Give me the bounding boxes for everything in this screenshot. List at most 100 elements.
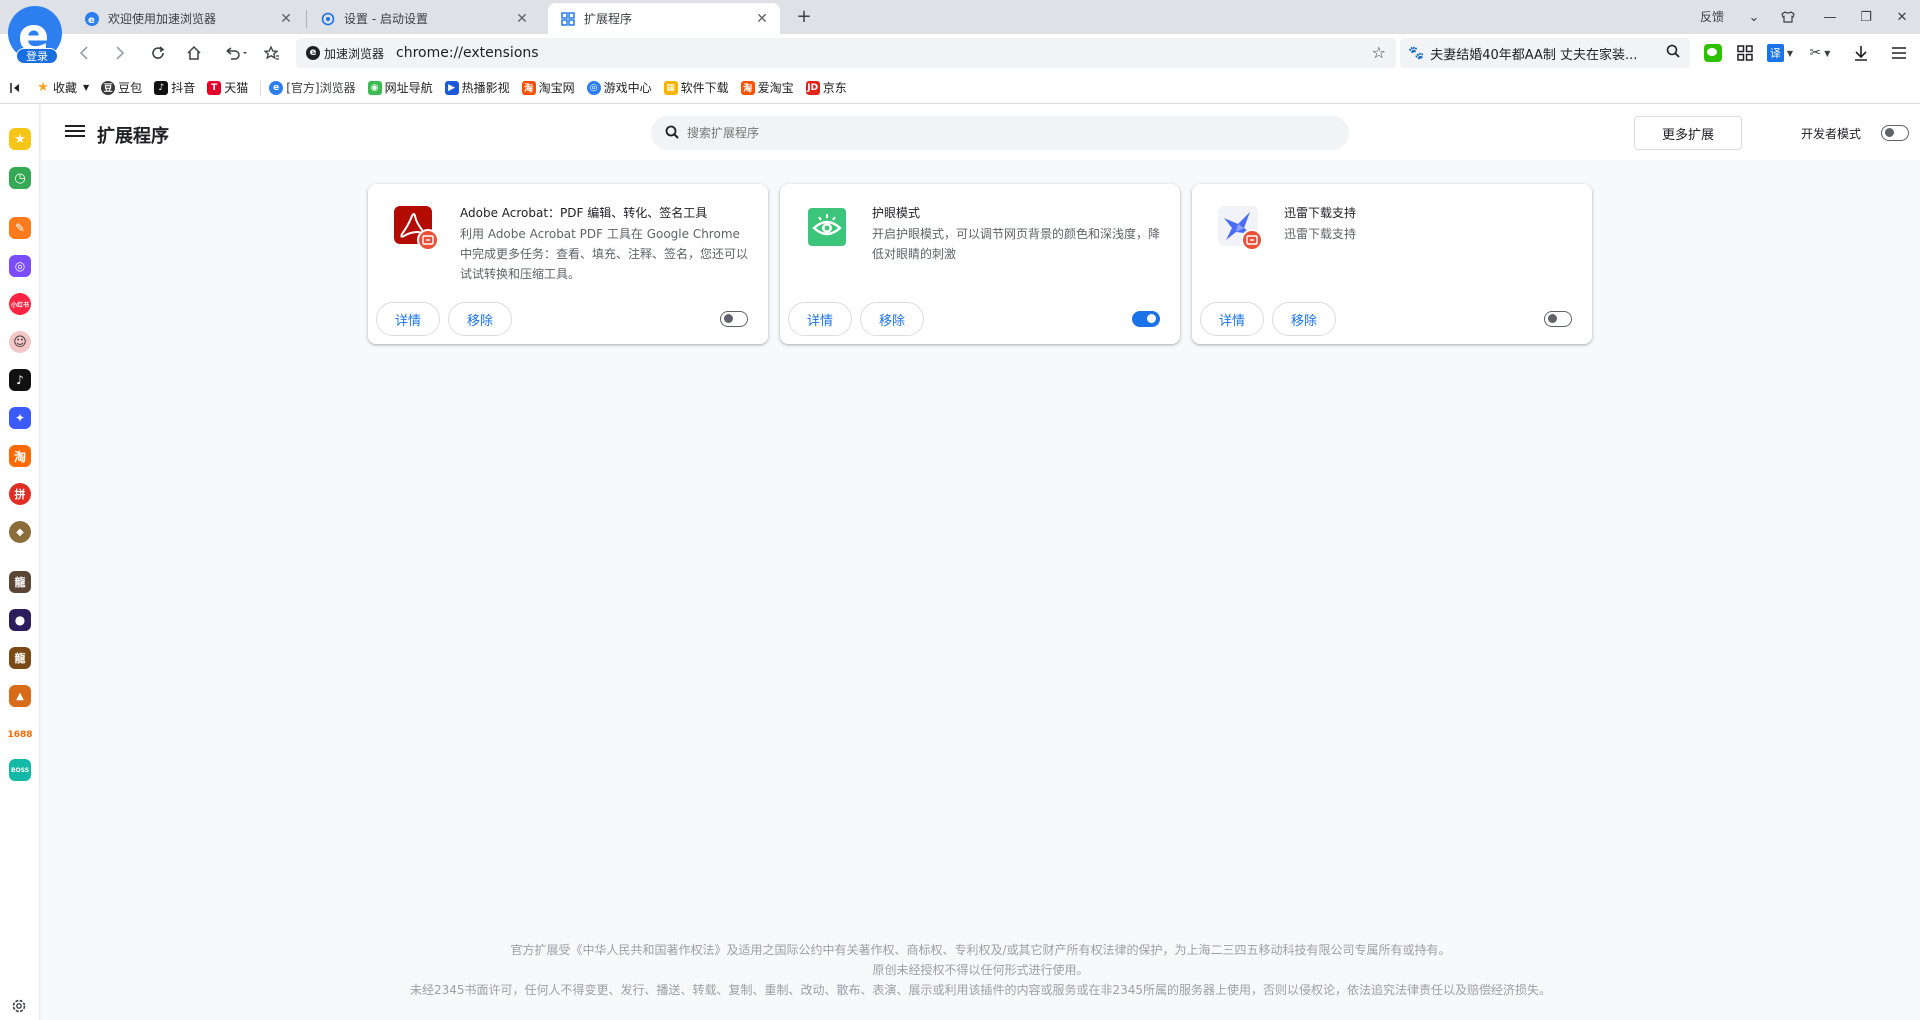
boss-zhipin-icon[interactable]: BOSS <box>9 759 31 781</box>
bookmark-douyin[interactable]: ♪ 抖音 <box>154 79 195 96</box>
close-icon[interactable]: ✕ <box>754 11 770 27</box>
details-button[interactable]: 详情 <box>1200 302 1265 336</box>
game-character-icon[interactable]: ◆ <box>9 521 31 543</box>
bookmark-nav[interactable]: ◉ 网址导航 <box>367 79 433 96</box>
extension-card-eye-care: 护眼模式 开启护眼模式，可以调节网页背景的颜色和深浅度，降低对眼睛的刺激 详情 … <box>780 184 1180 344</box>
toggle-switch[interactable] <box>720 311 748 327</box>
avatar-girl-icon[interactable]: ☺ <box>9 331 31 353</box>
forward-icon[interactable] <box>108 41 132 65</box>
game-tiger-icon[interactable]: ▲ <box>9 685 31 707</box>
reload-icon[interactable] <box>146 41 170 65</box>
bookmark-label: 游戏中心 <box>603 81 652 95</box>
sidebar-toggle-icon[interactable] <box>10 82 22 94</box>
settings-icon <box>320 11 336 27</box>
search-icon[interactable] <box>1666 44 1680 62</box>
extension-search[interactable] <box>651 116 1349 150</box>
close-icon[interactable]: ✕ <box>514 11 530 27</box>
toggle-switch[interactable] <box>1132 311 1160 327</box>
developer-mode-toggle[interactable] <box>1881 125 1909 141</box>
tab-label: 欢迎使用加速浏览器 <box>108 12 217 26</box>
game-dragon-2-icon[interactable]: 龍 <box>9 647 31 669</box>
browser-logo[interactable]: e 登录 <box>8 6 66 64</box>
toggle-switch[interactable] <box>1881 125 1909 141</box>
download-icon[interactable] <box>1850 42 1872 64</box>
more-extensions-button[interactable]: 更多扩展 <box>1634 116 1742 150</box>
xiaohongshu-icon[interactable]: 小红书 <box>9 293 31 315</box>
star-icon: ★ <box>37 80 49 95</box>
aitaobao-icon: 淘 <box>740 80 755 95</box>
extension-name: 护眼模式 <box>872 206 921 220</box>
remove-button[interactable]: 移除 <box>860 302 925 336</box>
game-orb-icon[interactable]: ● <box>9 609 31 631</box>
game-dragon-icon[interactable]: 龍 <box>9 571 31 593</box>
footer-line: 未经2345书面许可，任何人不得变更、发行、播送、转载、复制、重制、改动、散布、… <box>409 983 1552 997</box>
apps-grid-icon[interactable] <box>1734 42 1756 64</box>
toolbar: e 加速浏览器 chrome://extensions ☆ 🐾 夫妻结婚40年都… <box>0 34 1920 72</box>
tab-welcome[interactable]: e 欢迎使用加速浏览器 ✕ <box>72 3 304 34</box>
search-text: 夫妻结婚40年都AA制 丈夫在家装... <box>1430 47 1638 63</box>
bookmark-software[interactable]: ▦ 软件下载 <box>663 79 729 96</box>
remove-button[interactable]: 移除 <box>1272 302 1337 336</box>
shirt-skin-icon[interactable] <box>1770 0 1806 34</box>
extension-name: 迅雷下载支持 <box>1284 206 1357 220</box>
bookmark-label: 软件下载 <box>680 81 729 95</box>
feedback-link[interactable]: 反馈 <box>1700 8 1724 25</box>
app-blue-icon[interactable]: ✦ <box>9 407 31 429</box>
details-button[interactable]: 详情 <box>376 302 441 336</box>
douyin-icon[interactable]: ♪ <box>9 369 31 391</box>
details-button[interactable]: 详情 <box>788 302 853 336</box>
card-actions: 详情 移除 <box>376 302 513 336</box>
translate-icon[interactable]: 译 ▼ <box>1764 42 1796 64</box>
back-icon[interactable] <box>72 41 96 65</box>
bookmark-favorites[interactable]: ★ 收藏 ▼ <box>36 79 89 96</box>
new-tab-button[interactable]: + <box>792 6 816 30</box>
chevron-down-icon[interactable]: ⌄ <box>1736 0 1772 34</box>
bookmark-jd[interactable]: JD 京东 <box>805 79 847 96</box>
site-chip[interactable]: e 加速浏览器 <box>306 45 384 62</box>
bookmark-games[interactable]: ◎ 游戏中心 <box>586 79 652 96</box>
minimize-icon[interactable]: — <box>1812 0 1848 34</box>
tab-settings[interactable]: 设置 - 启动设置 ✕ <box>308 3 540 34</box>
url-text[interactable]: chrome://extensions <box>396 45 539 61</box>
enable-toggle[interactable] <box>1132 311 1160 327</box>
svg-text:e: e <box>88 15 95 26</box>
bookmark-manager-icon[interactable] <box>260 41 284 65</box>
favorites-star-icon[interactable]: ★ <box>9 128 31 150</box>
1688-icon[interactable]: 1688 <box>7 724 33 746</box>
menu-icon[interactable] <box>1888 42 1910 64</box>
history-clock-icon[interactable]: ◷ <box>9 167 31 189</box>
address-bar[interactable]: e 加速浏览器 chrome://extensions ☆ <box>296 38 1396 68</box>
search-box[interactable]: 🐾 夫妻结婚40年都AA制 丈夫在家装... <box>1400 38 1690 68</box>
close-window-icon[interactable]: ✕ <box>1884 0 1920 34</box>
bookmark-label: 天猫 <box>224 81 249 95</box>
login-button[interactable]: 登录 <box>16 48 58 64</box>
pinduoduo-icon[interactable]: 拼 <box>9 483 31 505</box>
hamburger-menu-icon[interactable] <box>65 122 85 142</box>
restore-icon[interactable]: ❐ <box>1848 0 1884 34</box>
bookmark-video[interactable]: ▶ 热播影视 <box>444 79 510 96</box>
settings-gear-icon[interactable] <box>11 998 27 1017</box>
remove-button[interactable]: 移除 <box>448 302 513 336</box>
paw-icon: 🐾 <box>1408 45 1425 61</box>
wechat-icon[interactable] <box>1702 42 1724 64</box>
toggle-switch[interactable] <box>1544 311 1572 327</box>
extension-search-input[interactable] <box>687 126 1287 140</box>
games-icon[interactable]: ◎ <box>9 255 31 277</box>
taobao-icon[interactable]: 淘 <box>9 445 31 467</box>
home-icon[interactable] <box>182 41 206 65</box>
bookmark-doubao[interactable]: 豆豆包 <box>101 79 142 96</box>
enable-toggle[interactable] <box>720 311 748 327</box>
undo-close-icon[interactable] <box>218 41 254 65</box>
enable-toggle[interactable] <box>1544 311 1572 327</box>
screenshot-scissors-icon[interactable]: ✂ ▼ <box>1804 42 1836 64</box>
left-sidebar: ★ ◷ ✎ ◎ 小红书 ☺ ♪ ✦ 淘 拼 ◆ 龍 ● 龍 ▲ 1688 BOS… <box>0 104 40 1020</box>
tools-icon[interactable]: ✎ <box>9 217 31 239</box>
tab-extensions[interactable]: 扩展程序 ✕ <box>548 3 780 34</box>
bookmark-taobao[interactable]: 淘淘宝网 <box>521 79 575 96</box>
bookmark-tmall[interactable]: T 天猫 <box>207 79 248 96</box>
footer-line: 原创未经授权不得以任何形式进行使用。 <box>872 963 1089 977</box>
star-icon[interactable]: ☆ <box>1372 43 1386 62</box>
bookmark-official-browser[interactable]: e [官方]浏览器 <box>269 79 356 96</box>
close-icon[interactable]: ✕ <box>278 11 294 27</box>
bookmark-aitaobao[interactable]: 淘爱淘宝 <box>740 79 794 96</box>
